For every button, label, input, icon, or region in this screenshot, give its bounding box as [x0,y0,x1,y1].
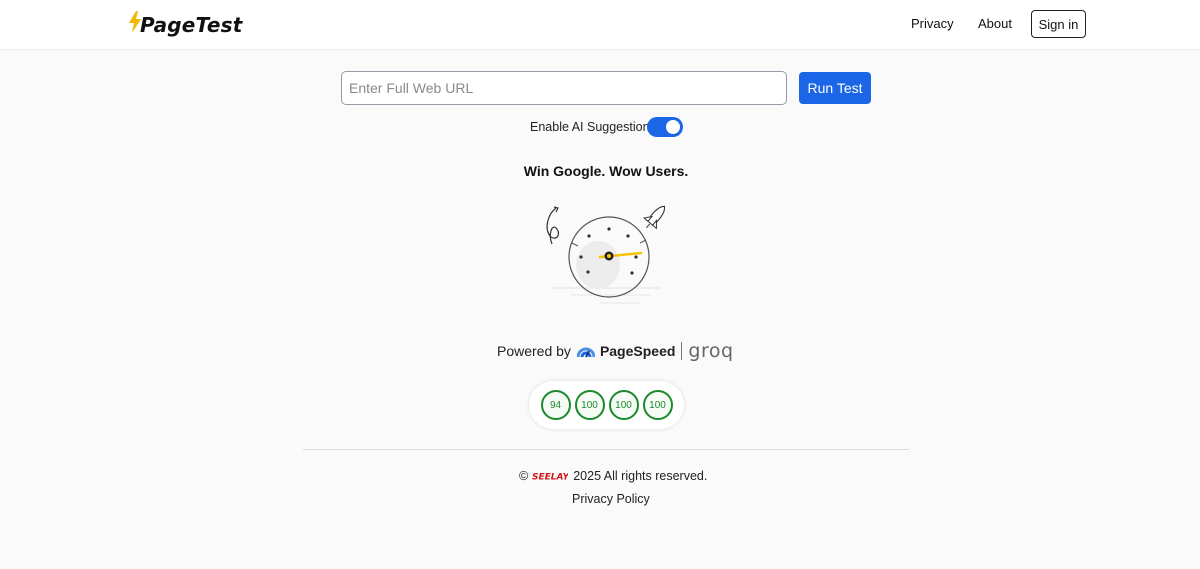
url-input[interactable] [341,71,787,105]
powered-by-label: Powered by [497,343,571,359]
seelay-logo[interactable]: SEELAY [532,471,568,482]
privacy-policy-link[interactable]: Privacy Policy [572,492,650,506]
speedometer-illustration [546,205,666,304]
footer-divider [303,449,909,450]
powered-by: Powered by PageSpeed groq [497,340,734,362]
groq-logo: groq [688,340,734,362]
svg-text:SEELAY: SEELAY [532,473,568,482]
logo-text: PageTest [140,13,243,37]
copyright-line: © SEELAY 2025 All rights reserved. [519,469,707,483]
nav-privacy-link[interactable]: Privacy [911,16,954,31]
pagespeed-icon [576,347,595,358]
rights-text: 2025 All rights reserved. [573,469,708,483]
pagespeed-label: PageSpeed [599,343,676,359]
ai-suggestions-label: Enable AI Suggestions [530,120,656,134]
toggle-knob [666,120,680,134]
top-header: PageTest Privacy About Sign in [0,0,1200,50]
pagetest-logo[interactable]: PageTest [127,10,242,40]
powered-by-divider [681,342,683,360]
copyright-symbol: © [519,469,529,483]
score-accessibility: 100 [574,390,605,420]
run-test-button[interactable]: Run Test [799,72,871,104]
sign-in-button[interactable]: Sign in [1031,10,1086,38]
score-performance: 94 [540,390,571,420]
score-best-practices: 100 [608,390,639,420]
tagline: Win Google. Wow Users. [523,163,689,179]
ai-suggestions-toggle[interactable] [647,117,683,137]
score-seo: 100 [642,390,673,420]
score-pill: 94 100 100 100 [529,381,684,429]
nav-about-link[interactable]: About [978,16,1012,31]
